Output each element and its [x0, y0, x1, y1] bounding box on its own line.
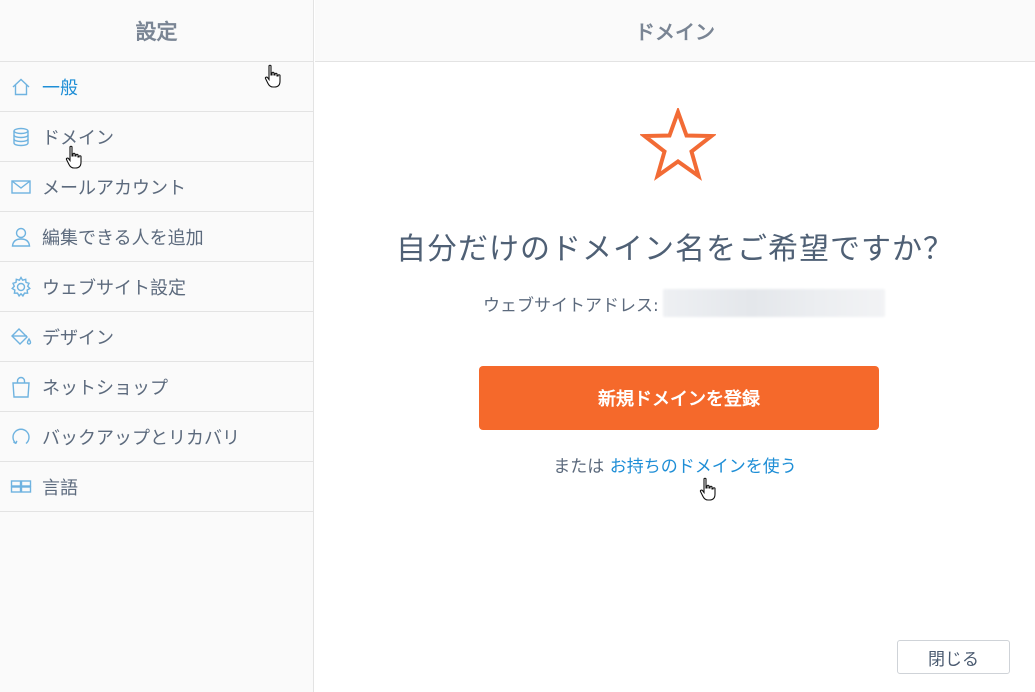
sidebar-item-backup[interactable]: バックアップとリカバリ: [0, 412, 313, 462]
shopping-bag-icon: [10, 376, 32, 398]
panel-title: ドメイン: [315, 0, 1035, 62]
sidebar-item-label: 編集できる人を追加: [42, 227, 204, 249]
sidebar-item-label: ウェブサイト設定: [42, 277, 186, 299]
register-new-domain-button[interactable]: 新規ドメインを登録: [479, 366, 879, 430]
settings-menu: 一般 ドメイン メールアカウント 編集できる人を追加 ウェブサイト設定 デザイン…: [0, 62, 313, 512]
star-icon: [638, 106, 718, 184]
sidebar-item-domain[interactable]: ドメイン: [0, 112, 313, 162]
sidebar-item-label: ドメイン: [42, 127, 114, 149]
sidebar-item-label: ネットショップ: [42, 377, 168, 399]
website-address-label: ウェブサイトアドレス:: [483, 295, 659, 316]
gear-icon: [10, 275, 32, 298]
sidebar-item-label: バックアップとリカバリ: [42, 427, 240, 449]
sidebar-title: 設定: [0, 0, 313, 62]
user-icon: [10, 226, 32, 248]
database-icon: [10, 126, 32, 148]
sidebar-item-add-editor[interactable]: 編集できる人を追加: [0, 212, 313, 262]
restore-icon: [10, 426, 32, 448]
sidebar-item-online-shop[interactable]: ネットショップ: [0, 362, 313, 412]
domain-panel: ドメイン 自分だけのドメイン名をご希望ですか？ ウェブサイトアドレス: 新規ドメ…: [315, 0, 1035, 692]
settings-sidebar: 設定 一般 ドメイン メールアカウント 編集できる人を追加 ウェブサイト設定 デ…: [0, 0, 314, 692]
website-address-row: ウェブサイトアドレス:: [483, 288, 885, 318]
or-text: または: [553, 457, 605, 477]
sidebar-item-language[interactable]: 言語: [0, 462, 313, 512]
sidebar-item-label: メールアカウント: [42, 177, 186, 199]
website-address-value-redacted: [662, 289, 885, 317]
sidebar-item-label: 一般: [42, 77, 78, 99]
sidebar-item-email[interactable]: メールアカウント: [0, 162, 313, 212]
use-existing-domain-link[interactable]: お持ちのドメインを使う: [610, 457, 797, 477]
paint-bucket-icon: [10, 326, 32, 348]
sidebar-item-design[interactable]: デザイン: [0, 312, 313, 362]
sidebar-item-general[interactable]: 一般: [0, 62, 313, 112]
close-button[interactable]: 閉じる: [897, 640, 1010, 674]
language-icon: [10, 476, 32, 498]
existing-domain-row: または お持ちのドメインを使う: [315, 452, 1035, 477]
domain-headline: 自分だけのドメイン名をご希望ですか？: [396, 232, 954, 267]
sidebar-item-label: デザイン: [42, 327, 114, 349]
home-icon: [10, 76, 32, 98]
mail-icon: [10, 176, 32, 198]
sidebar-item-label: 言語: [42, 477, 78, 499]
sidebar-item-website-settings[interactable]: ウェブサイト設定: [0, 262, 313, 312]
